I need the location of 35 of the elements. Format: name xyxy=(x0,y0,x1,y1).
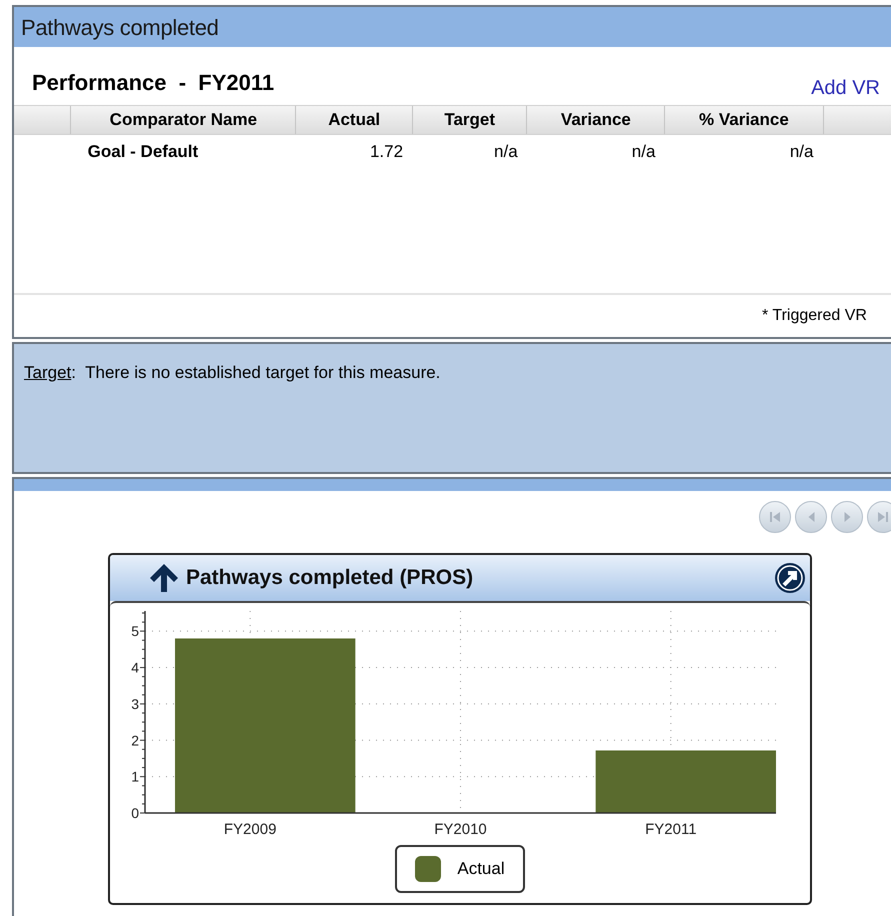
next-icon xyxy=(844,512,850,522)
performance-heading: Performance - FY2011 xyxy=(32,69,274,97)
y-tick-label: 5 xyxy=(131,623,139,640)
x-tick-label: FY2009 xyxy=(224,821,276,838)
column-header: Variance xyxy=(527,106,666,134)
table-cell-text: Goal - Default xyxy=(86,141,200,164)
pager-button[interactable] xyxy=(867,501,891,533)
legend-label: Actual xyxy=(457,858,505,880)
target-label: Target xyxy=(24,362,72,384)
column-header: Comparator Name xyxy=(71,106,296,134)
target-note-text: : There is no established target for this measure. xyxy=(71,362,440,384)
y-tick-label: 3 xyxy=(131,696,139,712)
pager-button[interactable] xyxy=(795,501,827,533)
x-tick-label: FY2011 xyxy=(645,821,697,838)
table-cell-text: n/a xyxy=(630,141,656,164)
table-cell-text: n/a xyxy=(493,141,519,164)
pager-button[interactable] xyxy=(759,501,791,533)
table-cell-text: n/a xyxy=(788,141,814,164)
panel-title: Pathways completed xyxy=(14,7,891,47)
expand-icon[interactable] xyxy=(774,562,806,594)
y-tick-label: 4 xyxy=(131,660,139,676)
x-tick-label: FY2010 xyxy=(434,821,487,838)
chart-title: Pathways completed (PROS) xyxy=(186,565,474,592)
add-vr-link[interactable]: Add VR xyxy=(811,73,880,103)
table-cell-text: 1.72 xyxy=(368,141,404,164)
column-header: Target xyxy=(412,106,528,134)
pager-button[interactable] xyxy=(831,501,863,533)
y-tick-label: 2 xyxy=(131,732,139,748)
arrow-up-icon xyxy=(148,562,180,594)
previous-icon xyxy=(808,512,814,522)
column-header: % Variance xyxy=(665,106,824,134)
column-header: Actual xyxy=(296,106,413,134)
y-tick-label: 0 xyxy=(131,805,139,821)
footnote: * Triggered VR xyxy=(762,306,867,326)
y-tick-label: 1 xyxy=(131,768,139,785)
